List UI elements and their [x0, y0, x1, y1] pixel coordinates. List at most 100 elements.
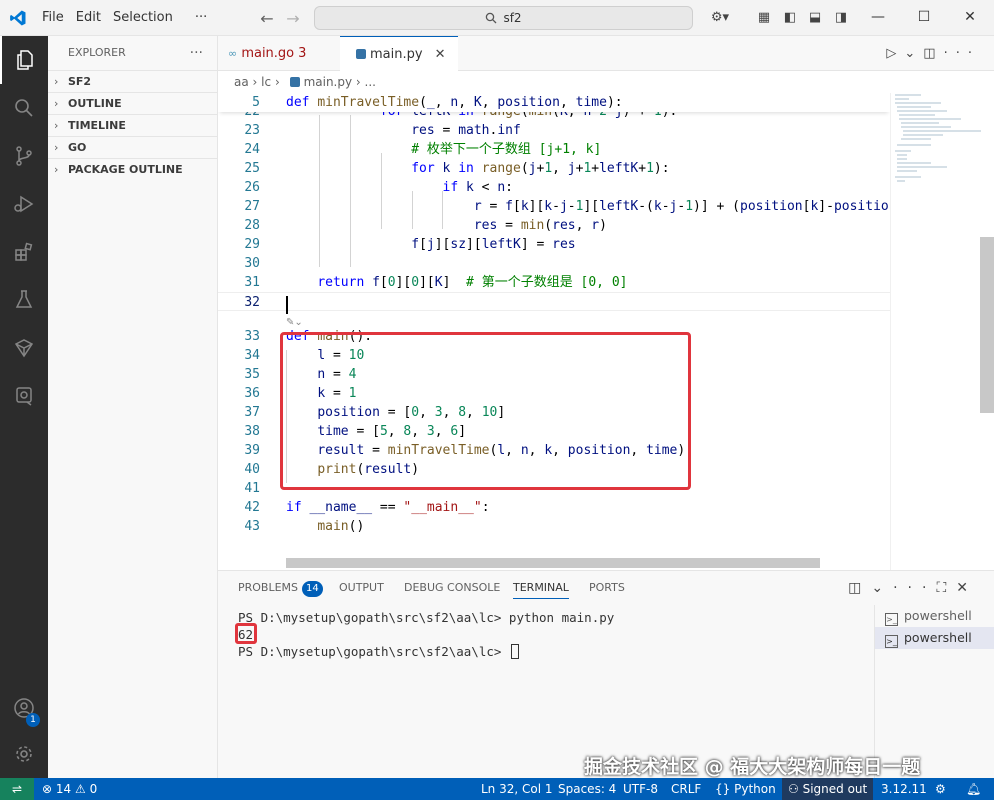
more-actions-icon[interactable]: ···: [190, 36, 203, 70]
chevron-right-icon: ›: [54, 119, 59, 132]
source-control-icon[interactable]: [0, 132, 48, 180]
line-number: 30: [244, 256, 260, 271]
tab-ports[interactable]: PORTS: [589, 571, 625, 605]
extensions-icon[interactable]: [0, 228, 48, 276]
command-center-search[interactable]: sf2: [314, 6, 693, 30]
tab-debug-console[interactable]: DEBUG CONSOLE: [404, 571, 500, 605]
menu-selection[interactable]: Selection: [107, 0, 179, 36]
tab-problem-count: 3: [298, 46, 307, 61]
terminal-icon: >_: [885, 613, 898, 626]
minimap-preview: [895, 94, 981, 182]
terminal-prompt-line[interactable]: PS D:\mysetup\gopath\src\sf2\aa\lc>: [238, 643, 519, 660]
code-action-lightbulb-icon[interactable]: ✎⌄: [286, 317, 303, 328]
terminal-dropdown-icon[interactable]: ⌄: [871, 580, 893, 596]
close-tab-icon[interactable]: ✕: [435, 47, 446, 62]
horizontal-scrollbar[interactable]: [286, 558, 820, 568]
breadcrumb-aa[interactable]: aa: [234, 75, 249, 89]
tab-output[interactable]: OUTPUT: [339, 571, 384, 605]
remote-explorer-icon[interactable]: [0, 372, 48, 420]
end-of-line[interactable]: CRLF: [671, 778, 701, 800]
code-line[interactable]: 23 res = math.inf: [218, 121, 890, 140]
tab-problems[interactable]: PROBLEMS 14: [238, 571, 323, 605]
breadcrumb-symbol[interactable]: ...: [365, 75, 376, 89]
testing-icon[interactable]: [0, 276, 48, 324]
copilot-icon[interactable]: ⚙▾: [706, 9, 734, 27]
signed-out-status[interactable]: ⚇ Signed out: [782, 778, 874, 800]
code-line[interactable]: 31 return f[0][0][K] # 第一个子数组是 [0, 0]: [218, 273, 890, 292]
code-line[interactable]: 32: [218, 292, 890, 311]
code-line[interactable]: 25 for k in range(j+1, j+1+leftK+1):: [218, 159, 890, 178]
code-line[interactable]: 43 main(): [218, 517, 890, 536]
search-icon: [486, 12, 497, 24]
more-actions-icon[interactable]: ···: [893, 580, 936, 596]
forward-arrow-icon[interactable]: →: [280, 9, 306, 28]
terminal-item[interactable]: >_ powershell: [875, 605, 994, 627]
notifications-bell-icon[interactable]: 🔔︎: [966, 778, 981, 800]
toggle-sidebar-icon[interactable]: ◧: [781, 9, 799, 27]
minimap[interactable]: [890, 93, 992, 570]
code-line[interactable]: 42 if __name__ == "__main__":: [218, 498, 890, 517]
customize-layout-icon[interactable]: ▦: [755, 9, 773, 27]
section-sf2[interactable]: › SF2: [48, 70, 217, 92]
menu-more[interactable]: ···: [189, 0, 213, 36]
highlight-annotation-box: [280, 332, 691, 490]
menu-edit[interactable]: Edit: [70, 0, 107, 36]
tab-main-py[interactable]: main.py ✕: [340, 36, 458, 71]
section-timeline[interactable]: › TIMELINE: [48, 114, 217, 136]
python-file-icon: [356, 49, 366, 59]
vertical-scrollbar[interactable]: [980, 237, 994, 413]
chevron-right-icon: ›: [252, 75, 262, 89]
back-arrow-icon[interactable]: ←: [254, 9, 280, 28]
terminal-item-label: powershell: [904, 608, 972, 623]
code-line[interactable]: 24 # 枚举下一个子数组 [j+1, k]: [218, 140, 890, 159]
indentation[interactable]: Spaces: 4: [558, 778, 616, 800]
close-window-button[interactable]: ✕: [947, 0, 993, 36]
section-outline[interactable]: › OUTLINE: [48, 92, 217, 114]
code-line[interactable]: 29 f[j][sz][leftK] = res: [218, 235, 890, 254]
section-package-outline[interactable]: › PACKAGE OUTLINE: [48, 158, 217, 180]
remote-indicator-icon[interactable]: ⇌: [0, 778, 34, 800]
encoding[interactable]: UTF-8: [623, 778, 658, 800]
maximize-button[interactable]: ☐: [901, 0, 947, 36]
problems-status[interactable]: ⊗ 14 ⚠ 0: [42, 778, 97, 800]
tab-main-go[interactable]: ∞ main.go 3: [218, 36, 316, 71]
close-panel-icon[interactable]: ✕: [956, 580, 978, 596]
toggle-panel-icon[interactable]: ⬓: [806, 9, 824, 27]
code-line[interactable]: 30: [218, 254, 890, 273]
code-line[interactable]: 28 res = min(res, r): [218, 216, 890, 235]
terminal-item-selected[interactable]: >_ powershell: [875, 627, 994, 649]
line-number: 32: [244, 295, 260, 310]
code-editor[interactable]: 22 for leftK in range(min(K, n-2-j) + 1)…: [218, 93, 994, 570]
accounts-icon[interactable]: 1: [0, 684, 48, 732]
toggle-secondary-sidebar-icon[interactable]: ◨: [832, 9, 850, 27]
python-version[interactable]: 3.12.11: [881, 778, 927, 800]
activity-bar: 1: [0, 36, 48, 778]
copilot-icon[interactable]: ⚙: [935, 778, 946, 800]
run-dropdown-icon[interactable]: ⌄: [904, 46, 923, 61]
code-line[interactable]: 27 r = f[k][k-j-1][leftK-(k-j-1)] + (pos…: [218, 197, 904, 216]
tab-terminal[interactable]: TERMINAL: [513, 571, 569, 605]
cursor-position[interactable]: Ln 32, Col 1: [481, 778, 553, 800]
breadcrumb-file[interactable]: main.py: [304, 75, 353, 89]
run-python-icon[interactable]: ▷: [886, 46, 904, 61]
tab-label: main.py: [370, 47, 423, 62]
menu-file[interactable]: File: [36, 0, 70, 36]
minimize-button[interactable]: —: [855, 0, 901, 36]
breadcrumb-lc[interactable]: lc: [261, 75, 271, 89]
more-actions-icon[interactable]: ···: [944, 46, 980, 61]
run-debug-icon[interactable]: [0, 180, 48, 228]
split-editor-icon[interactable]: ◫: [923, 46, 943, 61]
split-terminal-icon[interactable]: ◫: [848, 580, 871, 596]
search-icon[interactable]: [0, 84, 48, 132]
vscode-logo-icon: [0, 0, 36, 36]
section-go[interactable]: › GO: [48, 136, 217, 158]
explorer-icon[interactable]: [0, 36, 48, 84]
tab-label: main.go: [241, 46, 295, 61]
language-mode[interactable]: {} Python: [715, 778, 776, 800]
manage-gear-icon[interactable]: [0, 730, 48, 778]
copilot-chat-icon[interactable]: [0, 324, 48, 372]
line-number: 40: [244, 462, 260, 477]
sticky-scroll-header[interactable]: 5 def minTravelTime(_, n, K, position, ti…: [218, 93, 890, 112]
code-line[interactable]: 26 if k < n:: [218, 178, 890, 197]
maximize-panel-icon[interactable]: ⛶: [936, 580, 956, 596]
